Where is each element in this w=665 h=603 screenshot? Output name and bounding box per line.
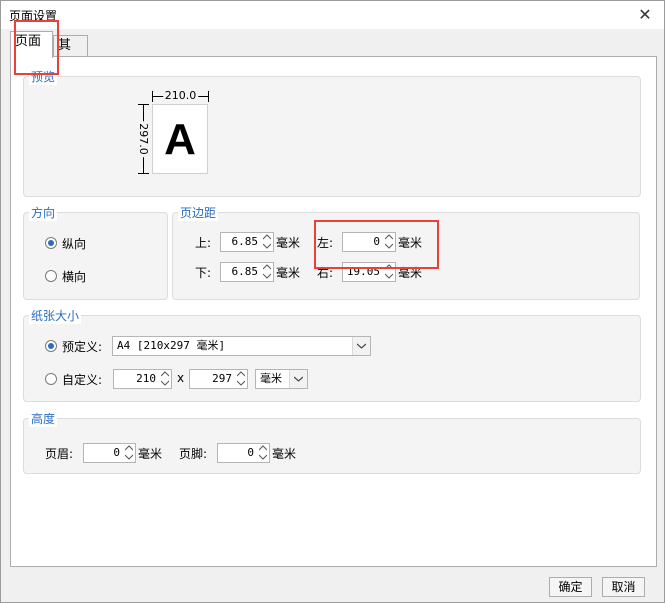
margin-right-label: 右: — [317, 266, 334, 280]
spin-up-icon[interactable] — [383, 233, 395, 242]
margins-group: 页边距 — [172, 204, 640, 300]
margin-right-unit: 毫米 — [398, 266, 423, 280]
header-height-unit: 毫米 — [138, 447, 163, 461]
paper-preset-label[interactable]: 预定义: — [62, 338, 102, 355]
spin-up-icon[interactable] — [235, 370, 247, 379]
height-group-title: 高度 — [29, 410, 58, 427]
spin-up-icon[interactable] — [257, 444, 269, 453]
ok-button[interactable]: 确定 — [549, 577, 592, 597]
spin-up-icon[interactable] — [383, 263, 395, 272]
cancel-button[interactable]: 取消 — [602, 577, 645, 597]
spin-down-icon[interactable] — [261, 272, 273, 281]
orientation-group-title: 方向 — [29, 204, 58, 221]
tab-page[interactable]: 页面 — [10, 31, 53, 58]
margins-group-title: 页边距 — [178, 204, 219, 221]
margin-bottom-value[interactable]: 6.85 — [221, 263, 261, 281]
paper-height-dimension: 297.0 — [135, 104, 151, 174]
paper-preset-select[interactable]: A4 [210x297 毫米] — [112, 336, 371, 356]
spin-down-icon[interactable] — [159, 379, 171, 388]
paper-height-label: 297.0 — [137, 121, 150, 157]
paper-preset-radio[interactable] — [45, 340, 57, 352]
landscape-label[interactable]: 横向 — [62, 268, 86, 285]
custom-height-spinner[interactable]: 297 — [189, 369, 248, 389]
portrait-radio[interactable] — [45, 237, 57, 249]
paper-width-dimension: 210.0 — [152, 89, 209, 103]
title-bar[interactable]: 页面设置 ✕ — [1, 1, 664, 29]
spin-down-icon[interactable] — [235, 379, 247, 388]
header-height-value[interactable]: 0 — [84, 444, 123, 462]
footer-height-label: 页脚: — [179, 447, 208, 461]
paper-width-label: 210.0 — [162, 89, 199, 103]
custom-width-spinner[interactable]: 210 — [113, 369, 172, 389]
custom-height-value[interactable]: 297 — [190, 370, 235, 388]
margin-left-label: 左: — [317, 236, 334, 250]
spin-up-icon[interactable] — [261, 233, 273, 242]
chevron-down-icon[interactable] — [352, 337, 370, 355]
spin-up-icon[interactable] — [261, 263, 273, 272]
chevron-down-icon[interactable] — [289, 370, 307, 388]
margin-top-value[interactable]: 6.85 — [221, 233, 261, 251]
spin-up-icon[interactable] — [159, 370, 171, 379]
paper-custom-label[interactable]: 自定义: — [62, 371, 102, 388]
footer-height-spinner[interactable]: 0 — [217, 443, 270, 463]
custom-width-value[interactable]: 210 — [114, 370, 159, 388]
header-height-label: 页眉: — [45, 447, 74, 461]
spin-down-icon[interactable] — [261, 242, 273, 251]
margin-right-value[interactable]: 19.05 — [343, 263, 383, 281]
margin-left-spinner[interactable]: 0 — [342, 232, 396, 252]
custom-unit-select[interactable]: 毫米 — [255, 369, 308, 389]
footer-height-unit: 毫米 — [272, 447, 297, 461]
preview-group-title: 预览 — [29, 68, 58, 85]
tab-other[interactable]: 其他 — [53, 35, 88, 73]
landscape-radio[interactable] — [45, 270, 57, 282]
footer-height-value[interactable]: 0 — [218, 444, 257, 462]
margin-right-spinner[interactable]: 19.05 — [342, 262, 396, 282]
portrait-label[interactable]: 纵向 — [62, 235, 86, 252]
spin-down-icon[interactable] — [383, 272, 395, 281]
window-title: 页面设置 — [9, 9, 58, 23]
custom-unit-value: 毫米 — [260, 372, 282, 385]
margin-left-value[interactable]: 0 — [343, 233, 383, 251]
margin-left-unit: 毫米 — [398, 236, 423, 250]
paper-size-group-title: 纸张大小 — [29, 307, 82, 324]
margin-top-unit: 毫米 — [276, 236, 301, 250]
orientation-group: 方向 — [23, 204, 168, 300]
spin-down-icon[interactable] — [123, 453, 135, 462]
close-icon[interactable]: ✕ — [636, 6, 654, 24]
paper-preview: A — [152, 104, 208, 174]
custom-size-times: x — [177, 371, 185, 385]
margin-bottom-unit: 毫米 — [276, 266, 301, 280]
preview-group: 预览 — [23, 68, 641, 197]
paper-custom-radio[interactable] — [45, 373, 57, 385]
margin-bottom-label: 下: — [195, 266, 212, 280]
paper-preset-value: A4 [210x297 毫米] — [117, 339, 226, 352]
margin-bottom-spinner[interactable]: 6.85 — [220, 262, 274, 282]
spin-down-icon[interactable] — [257, 453, 269, 462]
spin-down-icon[interactable] — [383, 242, 395, 251]
spin-up-icon[interactable] — [123, 444, 135, 453]
margin-top-label: 上: — [195, 236, 212, 250]
margin-top-spinner[interactable]: 6.85 — [220, 232, 274, 252]
page-setup-dialog: 页面设置 ✕ 页面 其他 预览 210.0 297.0 A 方向 纵向 横向 页… — [0, 0, 665, 603]
header-height-spinner[interactable]: 0 — [83, 443, 136, 463]
preview-sample-letter: A — [164, 115, 196, 164]
